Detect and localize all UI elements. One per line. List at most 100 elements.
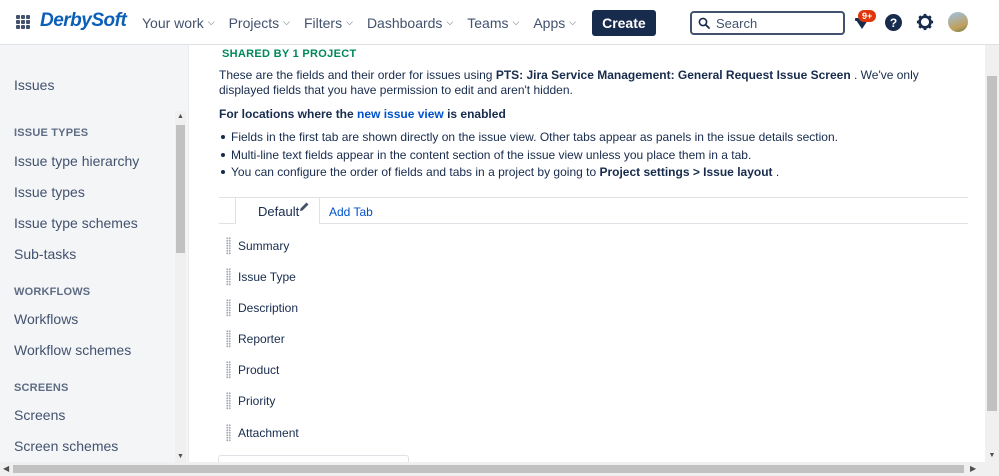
drag-handle-icon[interactable] bbox=[226, 361, 231, 379]
tab-bar: Default Add Tab bbox=[219, 197, 968, 224]
shared-by-label[interactable]: SHARED BY 1 PROJECT bbox=[222, 48, 356, 60]
field-row[interactable]: Priority bbox=[226, 391, 275, 411]
gear-icon[interactable] bbox=[916, 13, 934, 31]
field-row[interactable]: Summary bbox=[226, 236, 289, 256]
field-name: Summary bbox=[238, 239, 290, 253]
nav-your-work[interactable]: Your work ⌵ bbox=[142, 15, 215, 31]
drag-handle-icon[interactable] bbox=[226, 424, 231, 442]
field-row[interactable]: Attachment bbox=[226, 423, 299, 443]
nav-label: Your work bbox=[142, 14, 204, 31]
field-select-box[interactable] bbox=[218, 455, 409, 462]
shared-by-text: SHARED BY 1 PROJECT bbox=[222, 48, 357, 60]
help-glyph: ? bbox=[889, 15, 898, 30]
bullet-text: You can configure the order of fields an… bbox=[231, 165, 600, 179]
field-name: Product bbox=[238, 363, 280, 377]
scrollbar-thumb[interactable] bbox=[13, 465, 964, 473]
drag-handle-icon[interactable] bbox=[226, 392, 231, 410]
info-bullet-list: Fields in the first tab are shown direct… bbox=[219, 130, 969, 183]
page-scrollbar[interactable]: ▼ bbox=[985, 45, 999, 462]
loc-text-end: is enabled bbox=[443, 107, 506, 121]
sidebar-item-screens[interactable]: Screens bbox=[14, 407, 65, 423]
nav-label: Projects bbox=[228, 14, 280, 31]
list-item: Fields in the first tab are shown direct… bbox=[219, 130, 969, 148]
list-item: You can configure the order of fields an… bbox=[219, 165, 969, 183]
scroll-down-arrow-icon[interactable]: ▼ bbox=[176, 453, 185, 460]
search-input[interactable] bbox=[716, 15, 836, 31]
drag-handle-icon[interactable] bbox=[226, 299, 231, 317]
nav-teams[interactable]: Teams ⌵ bbox=[467, 15, 519, 31]
field-name: Issue Type bbox=[238, 270, 296, 284]
nav-label: Teams bbox=[467, 14, 509, 31]
add-tab-link[interactable]: Add Tab bbox=[329, 205, 373, 219]
sidebar-item-workflows[interactable]: Workflows bbox=[14, 311, 78, 327]
nav-apps[interactable]: Apps ⌵ bbox=[533, 15, 576, 31]
nav-filters[interactable]: Filters ⌵ bbox=[304, 15, 353, 31]
sidebar-scrollbar[interactable]: ▲ ▼ bbox=[175, 111, 186, 462]
sidebar-item-issue-type-schemes[interactable]: Issue type schemes bbox=[14, 215, 138, 231]
tab-label: Default bbox=[258, 204, 300, 219]
sidebar-heading-workflows: WORKFLOWS bbox=[14, 286, 91, 298]
field-name: Description bbox=[238, 301, 299, 315]
scrollbar-thumb[interactable] bbox=[176, 125, 185, 253]
field-row[interactable]: Reporter bbox=[226, 329, 285, 349]
drag-handle-icon[interactable] bbox=[226, 268, 231, 286]
horizontal-scrollbar[interactable]: ◀ ▶ bbox=[0, 462, 999, 476]
field-row[interactable]: Description bbox=[226, 298, 298, 318]
scroll-up-arrow-icon[interactable]: ▲ bbox=[176, 113, 185, 120]
screen-name: PTS: Jira Service Management: General Re… bbox=[495, 68, 851, 82]
intro-text: These are the fields and their order for… bbox=[219, 68, 496, 82]
scrollbar-thumb[interactable] bbox=[987, 76, 997, 411]
search-icon bbox=[698, 17, 710, 29]
bullet-text-end: . bbox=[772, 165, 780, 179]
create-button[interactable]: Create bbox=[592, 9, 656, 36]
search-field[interactable] bbox=[690, 11, 845, 35]
pencil-icon[interactable] bbox=[298, 201, 310, 213]
main-content: SHARED BY 1 PROJECT These are the fields… bbox=[190, 45, 985, 462]
sidebar-item-workflow-schemes[interactable]: Workflow schemes bbox=[14, 342, 131, 358]
sidebar-heading-issue-types: ISSUE TYPES bbox=[14, 127, 89, 139]
sidebar: Issues ISSUE TYPES Issue type hierarchy … bbox=[0, 45, 189, 462]
loc-text: For locations where the bbox=[219, 107, 358, 121]
sidebar-item-sub-tasks[interactable]: Sub-tasks bbox=[14, 246, 76, 262]
top-navigation: DerbySoft Your work ⌵ Projects ⌵ Filters ⌵ … bbox=[0, 0, 999, 45]
field-name: Reporter bbox=[238, 332, 285, 346]
chevron-down-icon: ⌵ bbox=[512, 17, 520, 27]
sidebar-item-screen-schemes[interactable]: Screen schemes bbox=[14, 438, 118, 454]
sidebar-item-issue-type-hierarchy[interactable]: Issue type hierarchy bbox=[14, 153, 139, 169]
help-icon[interactable]: ? bbox=[885, 14, 902, 31]
bullet-path: Project settings > Issue layout bbox=[599, 165, 773, 179]
drag-handle-icon[interactable] bbox=[226, 237, 231, 255]
field-row[interactable]: Product bbox=[226, 360, 279, 380]
sidebar-item-issues[interactable]: Issues bbox=[14, 77, 54, 93]
nav-projects[interactable]: Projects ⌵ bbox=[229, 15, 290, 31]
logo-text: DerbySoft bbox=[40, 10, 127, 31]
nav-dashboards[interactable]: Dashboards ⌵ bbox=[367, 15, 453, 31]
app-switcher-icon[interactable] bbox=[16, 15, 30, 29]
primary-nav: Your work ⌵ Projects ⌵ Filters ⌵ Dashboards… bbox=[142, 0, 656, 45]
sidebar-heading-screens: SCREENS bbox=[14, 382, 69, 394]
drag-handle-icon[interactable] bbox=[226, 330, 231, 348]
avatar[interactable] bbox=[948, 12, 968, 32]
notification-badge: 9+ bbox=[858, 10, 877, 22]
scroll-down-arrow-icon[interactable]: ▼ bbox=[987, 452, 997, 459]
field-name: Attachment bbox=[238, 426, 299, 440]
chevron-down-icon: ⌵ bbox=[207, 17, 215, 27]
sidebar-item-issue-types[interactable]: Issue types bbox=[14, 184, 85, 200]
locations-heading: For locations where the new issue view i… bbox=[219, 107, 506, 121]
chevron-down-icon: ⌵ bbox=[569, 17, 577, 27]
field-row[interactable]: Issue Type bbox=[226, 267, 296, 287]
list-item: Multi-line text fields appear in the con… bbox=[219, 148, 969, 166]
scroll-right-arrow-icon[interactable]: ▶ bbox=[970, 464, 976, 473]
chevron-down-icon: ⌵ bbox=[446, 17, 454, 27]
tab-default[interactable]: Default bbox=[235, 197, 320, 224]
chevron-down-icon: ⌵ bbox=[346, 17, 353, 27]
logo[interactable]: DerbySoft bbox=[40, 10, 127, 32]
chevron-down-icon: ⌵ bbox=[283, 17, 290, 27]
new-issue-view-link[interactable]: new issue view bbox=[357, 107, 444, 121]
nav-label: Dashboards bbox=[366, 14, 443, 31]
field-name: Priority bbox=[238, 394, 276, 408]
nav-label: Filters bbox=[303, 14, 343, 31]
intro-paragraph: These are the fields and their order for… bbox=[219, 68, 969, 98]
nav-label: Apps bbox=[533, 14, 566, 31]
scroll-left-arrow-icon[interactable]: ◀ bbox=[3, 464, 9, 473]
